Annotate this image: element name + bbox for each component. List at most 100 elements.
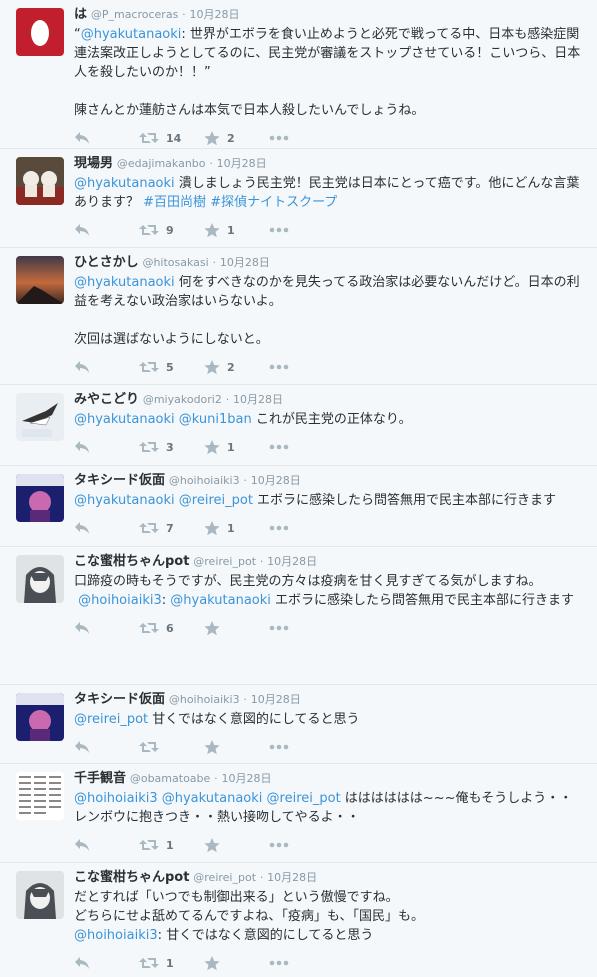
mention-link[interactable]: @hyakutanaoki xyxy=(170,593,271,608)
user-handle[interactable]: @miyakodori2 xyxy=(143,393,222,406)
reply-button[interactable] xyxy=(74,223,139,237)
favorite-button[interactable] xyxy=(204,739,269,755)
tweet-date[interactable]: 10月28日 xyxy=(217,157,267,170)
mention-link[interactable]: @hyakutanaoki xyxy=(74,275,175,290)
display-name[interactable]: タキシード仮面 xyxy=(74,692,165,707)
user-handle[interactable]: @obamatoabe xyxy=(130,772,210,785)
avatar[interactable] xyxy=(16,871,64,919)
mention-link[interactable]: #探偵ナイトスクープ xyxy=(210,195,337,210)
tweet[interactable]: は @P_macroceras · 10月28日 “@hyakutanaoki:… xyxy=(0,0,597,149)
retweet-button[interactable]: 9 xyxy=(139,223,204,237)
mention-link[interactable]: @reirei_pot xyxy=(74,712,148,727)
tweet-text: @reirei_pot 甘くではなく意図的にしてると思う xyxy=(74,710,585,729)
retweet-button[interactable]: 1 xyxy=(139,838,204,852)
mention-link[interactable]: @hyakutanaoki xyxy=(162,791,263,806)
tweet[interactable]: 現場男 @edajimakanbo · 10月28日 @hyakutanaoki… xyxy=(0,149,597,248)
reply-button[interactable] xyxy=(74,740,139,754)
retweet-button[interactable]: 3 xyxy=(139,440,204,454)
mention-link[interactable]: @hyakutanaoki xyxy=(74,176,175,191)
reply-button[interactable] xyxy=(74,838,139,852)
tweet[interactable]: こな蜜柑ちゃんpot @reirei_pot · 10月28日 口蹄疫の時もそう… xyxy=(0,547,597,685)
tweet[interactable]: ひとさかし @hitosakasi · 10月28日 @hyakutanaoki… xyxy=(0,248,597,385)
mention-link[interactable]: @hoihoiaiki3 xyxy=(74,791,158,806)
tweet[interactable]: みやこどり @miyakodori2 · 10月28日 @hyakutanaok… xyxy=(0,385,597,466)
more-button[interactable] xyxy=(269,364,334,370)
retweet-button[interactable]: 14 xyxy=(139,131,204,145)
display-name[interactable]: 千手観音 xyxy=(74,771,126,786)
tweet[interactable]: タキシード仮面 @hoihoiaiki3 · 10月28日 @reirei_po… xyxy=(0,685,597,764)
favorite-button[interactable]: 1 xyxy=(204,439,269,455)
mention-link[interactable]: #百田尚樹 xyxy=(143,195,206,210)
retweet-button[interactable] xyxy=(139,740,204,754)
user-handle[interactable]: @reirei_pot xyxy=(193,871,256,884)
user-handle[interactable]: @P_macroceras xyxy=(91,8,178,21)
reply-button[interactable] xyxy=(74,360,139,374)
avatar[interactable] xyxy=(16,693,64,741)
avatar[interactable] xyxy=(16,474,64,522)
mention-link[interactable]: @hoihoiaiki3 xyxy=(74,928,158,943)
favorite-count: 2 xyxy=(227,360,235,374)
mention-link[interactable]: @hyakutanaoki xyxy=(74,493,175,508)
favorite-button[interactable] xyxy=(204,837,269,853)
favorite-button[interactable]: 1 xyxy=(204,222,269,238)
avatar[interactable] xyxy=(16,256,64,304)
display-name[interactable]: ひとさかし xyxy=(74,255,139,270)
display-name[interactable]: タキシード仮面 xyxy=(74,473,165,488)
more-button[interactable] xyxy=(269,135,334,141)
reply-button[interactable] xyxy=(74,521,139,535)
mention-link[interactable]: @reirei_pot xyxy=(179,493,253,508)
tweet-date[interactable]: 10月28日 xyxy=(233,393,283,406)
more-button[interactable] xyxy=(269,744,334,750)
user-handle[interactable]: @hoihoiaiki3 xyxy=(169,474,240,487)
more-button[interactable] xyxy=(269,525,334,531)
user-handle[interactable]: @hoihoiaiki3 xyxy=(169,693,240,706)
tweet[interactable]: こな蜜柑ちゃんpot @reirei_pot · 10月28日 だとすれば「いつ… xyxy=(0,863,597,977)
display-name[interactable]: 現場男 xyxy=(74,156,113,171)
tweet[interactable]: タキシード仮面 @hoihoiaiki3 · 10月28日 @hyakutana… xyxy=(0,466,597,547)
mention-link[interactable]: @hoihoiaiki3 xyxy=(78,593,162,608)
retweet-button[interactable]: 5 xyxy=(139,360,204,374)
user-handle[interactable]: @edajimakanbo xyxy=(117,157,206,170)
more-button[interactable] xyxy=(269,227,334,233)
display-name[interactable]: みやこどり xyxy=(74,392,139,407)
mention-link[interactable]: @kuni1ban xyxy=(179,412,252,427)
mention-link[interactable]: @hyakutanaoki xyxy=(74,412,175,427)
mention-link[interactable]: @hyakutanaoki xyxy=(81,27,182,42)
favorite-button[interactable]: 2 xyxy=(204,130,269,146)
reply-button[interactable] xyxy=(74,131,139,145)
retweet-button[interactable]: 1 xyxy=(139,956,204,970)
more-button[interactable] xyxy=(269,625,334,631)
avatar[interactable] xyxy=(16,393,64,441)
user-handle[interactable]: @reirei_pot xyxy=(193,555,256,568)
tweet-text-segment: : 甘くではなく意図的にしてると思う xyxy=(157,928,374,943)
tweet-date[interactable]: 10月28日 xyxy=(267,871,317,884)
avatar[interactable] xyxy=(16,772,64,820)
tweet-date[interactable]: 10月28日 xyxy=(251,474,301,487)
tweet-date[interactable]: 10月28日 xyxy=(267,555,317,568)
user-handle[interactable]: @hitosakasi xyxy=(142,256,208,269)
more-button[interactable] xyxy=(269,842,334,848)
favorite-button[interactable] xyxy=(204,955,269,971)
retweet-button[interactable]: 7 xyxy=(139,521,204,535)
more-button[interactable] xyxy=(269,444,334,450)
display-name[interactable]: こな蜜柑ちゃんpot xyxy=(74,554,189,569)
tweet[interactable]: 千手観音 @obamatoabe · 10月28日 @hoihoiaiki3 @… xyxy=(0,764,597,863)
reply-button[interactable] xyxy=(74,956,139,970)
favorite-button[interactable] xyxy=(204,620,269,636)
avatar[interactable] xyxy=(16,8,64,56)
reply-button[interactable] xyxy=(74,621,139,635)
favorite-button[interactable]: 1 xyxy=(204,520,269,536)
favorite-button[interactable]: 2 xyxy=(204,359,269,375)
tweet-date[interactable]: 10月28日 xyxy=(221,772,271,785)
avatar[interactable] xyxy=(16,157,64,205)
tweet-date[interactable]: 10月28日 xyxy=(220,256,270,269)
mention-link[interactable]: @reirei_pot xyxy=(267,791,341,806)
display-name[interactable]: は xyxy=(74,7,87,22)
tweet-date[interactable]: 10月28日 xyxy=(189,8,239,21)
retweet-button[interactable]: 6 xyxy=(139,621,204,635)
display-name[interactable]: こな蜜柑ちゃんpot xyxy=(74,870,189,885)
more-button[interactable] xyxy=(269,960,334,966)
avatar[interactable] xyxy=(16,555,64,603)
reply-button[interactable] xyxy=(74,440,139,454)
tweet-date[interactable]: 10月28日 xyxy=(251,693,301,706)
